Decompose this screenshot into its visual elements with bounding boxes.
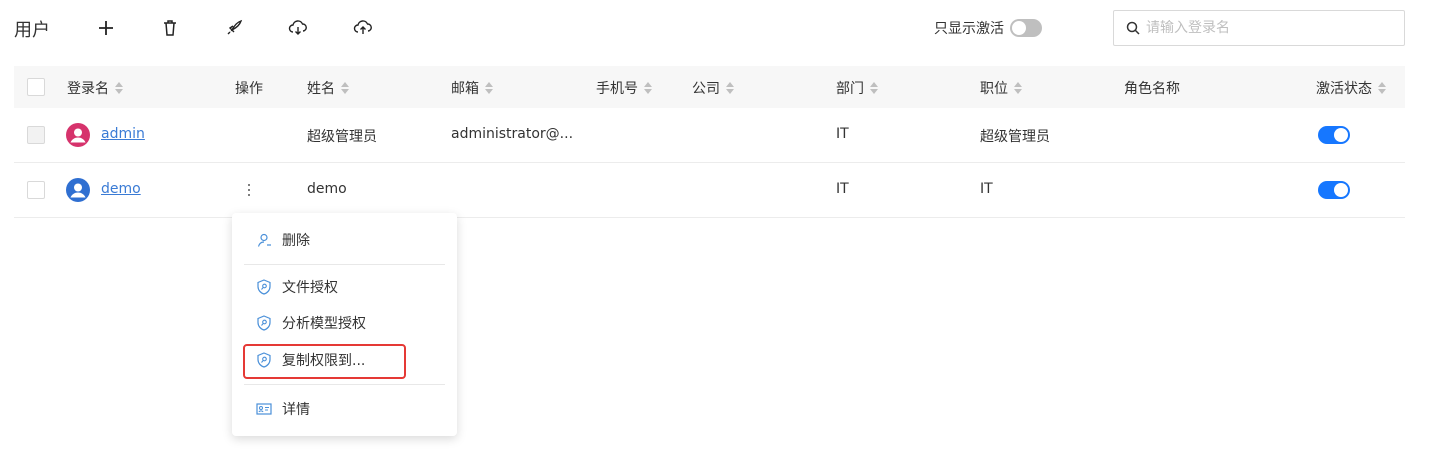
active-only-toggle[interactable] — [1010, 19, 1042, 37]
cloud-upload-icon — [353, 20, 372, 34]
search-box — [1113, 10, 1405, 46]
add-icon — [99, 21, 113, 35]
users-table: 登录名 操作 姓名 邮箱 手机号 公司 部门 职位 角色名称 激活状态 admi… — [14, 66, 1405, 218]
department-cell: IT — [836, 181, 849, 197]
shield-key-icon — [257, 352, 271, 368]
user-avatar-icon — [66, 123, 90, 147]
sort-icon — [115, 82, 123, 94]
sort-icon — [726, 82, 734, 94]
menu-item-model-permission[interactable]: 分析模型授权 — [244, 307, 445, 339]
more-actions-button[interactable] — [242, 180, 256, 200]
name-cell: demo — [307, 181, 347, 197]
sort-icon — [341, 82, 349, 94]
column-phone[interactable]: 手机号 — [596, 78, 652, 98]
column-login[interactable]: 登录名 — [67, 78, 123, 98]
department-cell: IT — [836, 126, 849, 142]
add-button[interactable] — [92, 14, 120, 42]
row-checkbox[interactable] — [27, 181, 45, 199]
active-status-toggle[interactable] — [1318, 126, 1350, 144]
column-email[interactable]: 邮箱 — [451, 78, 493, 98]
position-cell: IT — [980, 181, 993, 197]
delete-button[interactable] — [156, 14, 184, 42]
column-company[interactable]: 公司 — [692, 78, 734, 98]
position-cell: 超级管理员 — [980, 129, 1050, 145]
sort-icon — [870, 82, 878, 94]
login-link[interactable]: demo — [101, 181, 141, 197]
active-only-label: 只显示激活 — [934, 21, 1004, 37]
download-button[interactable] — [284, 14, 312, 42]
row-actions-menu: 删除 文件授权 分析模型授权 复制权限到... 详情 — [232, 213, 457, 436]
upload-button[interactable] — [349, 14, 377, 42]
menu-item-details[interactable]: 详情 — [244, 393, 445, 425]
column-role: 角色名称 — [1124, 81, 1180, 97]
menu-item-label: 删除 — [282, 233, 310, 249]
menu-item-copy-permission[interactable]: 复制权限到... — [244, 344, 445, 376]
active-status-toggle[interactable] — [1318, 181, 1350, 199]
shield-key-icon — [257, 315, 271, 331]
table-row: admin 超级管理员 administrator@... IT 超级管理员 — [14, 108, 1405, 163]
user-avatar-icon — [66, 178, 90, 202]
sort-icon — [1014, 82, 1022, 94]
search-input[interactable] — [1146, 20, 1404, 36]
column-position[interactable]: 职位 — [980, 78, 1022, 98]
launch-button[interactable] — [220, 14, 248, 42]
column-status[interactable]: 激活状态 — [1316, 78, 1386, 98]
search-icon — [1126, 21, 1140, 35]
menu-item-label: 文件授权 — [282, 280, 338, 296]
menu-item-label: 复制权限到... — [282, 353, 366, 369]
shield-key-icon — [257, 279, 271, 295]
more-dot — [248, 189, 250, 191]
menu-divider — [244, 384, 445, 385]
active-only-filter: 只显示激活 — [934, 18, 1042, 38]
column-actions: 操作 — [235, 81, 263, 97]
menu-item-delete[interactable]: 删除 — [244, 224, 445, 256]
select-all-checkbox[interactable] — [27, 78, 45, 96]
column-department[interactable]: 部门 — [836, 78, 878, 98]
menu-item-file-permission[interactable]: 文件授权 — [244, 271, 445, 303]
toolbar: 用户 只显示激活 — [0, 0, 1431, 58]
sort-icon — [1378, 82, 1386, 94]
row-checkbox[interactable] — [27, 126, 45, 144]
cloud-download-icon — [288, 20, 307, 35]
menu-item-label: 分析模型授权 — [282, 316, 366, 332]
menu-divider — [244, 264, 445, 265]
column-name[interactable]: 姓名 — [307, 78, 349, 98]
email-cell: administrator@... — [451, 126, 574, 142]
name-cell: 超级管理员 — [307, 129, 377, 145]
table-header: 登录名 操作 姓名 邮箱 手机号 公司 部门 职位 角色名称 激活状态 — [14, 66, 1405, 108]
table-row: demo demo IT IT — [14, 163, 1405, 218]
trash-icon — [164, 20, 176, 36]
sort-icon — [485, 82, 493, 94]
id-card-icon — [256, 403, 272, 415]
login-link[interactable]: admin — [101, 126, 145, 142]
user-icon — [257, 233, 271, 247]
page-title: 用户 — [14, 20, 50, 41]
menu-item-label: 详情 — [282, 402, 310, 418]
more-dot — [248, 194, 250, 196]
sort-icon — [644, 82, 652, 94]
rocket-icon — [227, 19, 243, 35]
more-dot — [248, 184, 250, 186]
